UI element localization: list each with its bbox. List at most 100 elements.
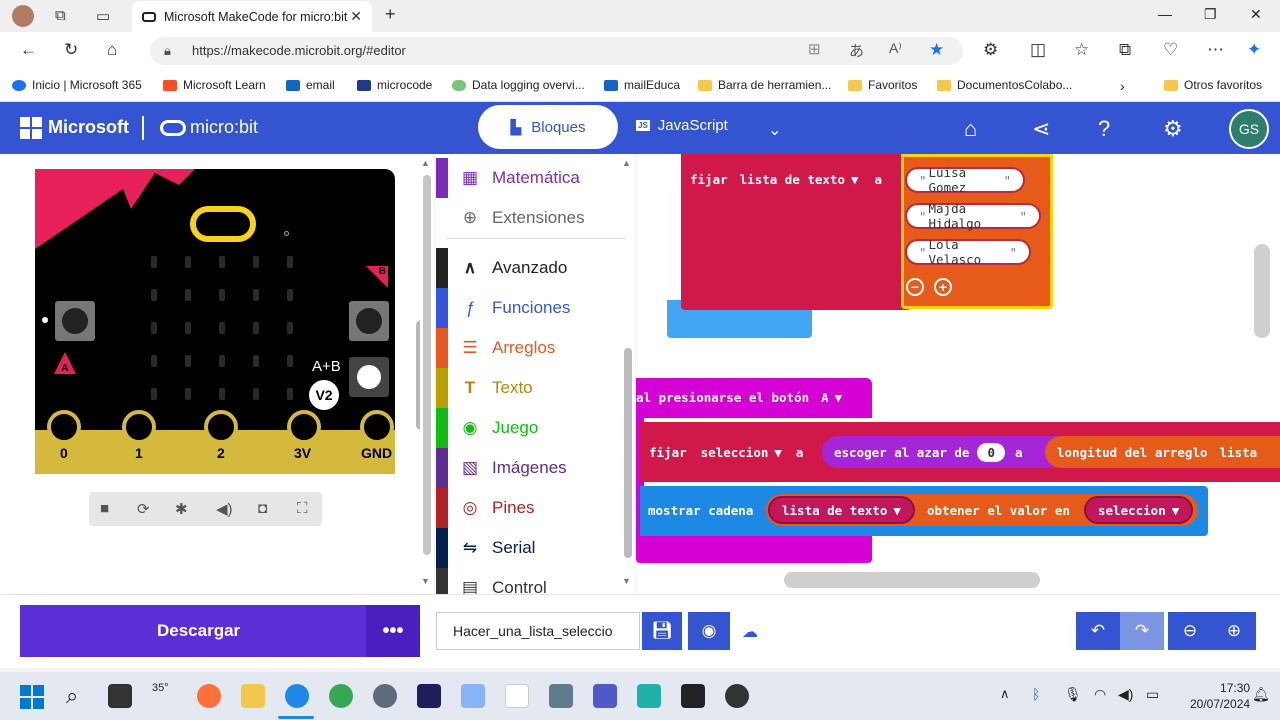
toolbox-matematica[interactable]: ▦ Matemática	[436, 158, 626, 198]
close-tab-icon[interactable]: ✕	[350, 8, 362, 25]
pin-2-pad[interactable]	[204, 410, 238, 444]
mute-icon[interactable]: ◀︎)	[216, 500, 233, 518]
edu-app-icon[interactable]	[637, 684, 661, 708]
workspace-vertical-scrollbar[interactable]	[1254, 244, 1270, 338]
stop-icon[interactable]: ■	[100, 500, 109, 517]
restore-icon[interactable]: ❐	[1204, 6, 1217, 23]
bookmark-2[interactable]: email	[286, 78, 335, 92]
translate-icon[interactable]: あ	[849, 40, 864, 61]
toolbox-serial[interactable]: ⇋ Serial	[436, 528, 626, 568]
toolbox-pines[interactable]: ◎ Pines	[436, 488, 626, 528]
minimize-icon[interactable]: —	[1158, 6, 1172, 22]
dropdown-arrow-icon[interactable]: ▼	[774, 445, 782, 460]
dropdown-arrow-icon[interactable]: ▼	[1172, 503, 1180, 518]
app-icon[interactable]	[461, 684, 485, 708]
microsoft-logo-icon[interactable]	[20, 117, 42, 139]
restart-icon[interactable]: ⟳	[137, 500, 150, 518]
pin-0-pad[interactable]	[47, 410, 81, 444]
tab-actions-icon[interactable]: ▭	[96, 7, 110, 25]
dropdown-arrow-icon[interactable]: ▼	[835, 390, 843, 405]
file-explorer-icon[interactable]	[241, 684, 265, 708]
notifications-icon[interactable]: 🔔︎	[1252, 686, 1270, 703]
bookmark-8[interactable]: DocumentosColabo...	[937, 78, 1072, 92]
edge-icon[interactable]	[285, 684, 309, 708]
app-icon[interactable]	[725, 684, 749, 708]
bluetooth-icon[interactable]: ᛒ	[1032, 686, 1040, 702]
text-item-0[interactable]: " Luisa Gomez "	[905, 165, 1025, 195]
bookmark-9[interactable]: Otros favoritos	[1164, 78, 1262, 92]
favorites-icon[interactable]: ☆	[1074, 40, 1089, 60]
wifi-icon[interactable]: ◠	[1094, 686, 1106, 703]
list-variable-pill[interactable]: lista de texto ▼	[768, 496, 915, 524]
pin-1-pad[interactable]	[122, 410, 156, 444]
start-icon[interactable]	[20, 685, 44, 709]
chevron-down-icon[interactable]: ⌄	[768, 120, 781, 140]
project-name-input[interactable]: Hacer_una_lista_seleccio	[436, 612, 640, 650]
chrome-icon[interactable]	[329, 684, 353, 708]
share-icon[interactable]: ⋖	[1032, 116, 1050, 142]
new-tab-icon[interactable]: +	[385, 4, 396, 25]
toolbox-funciones[interactable]: ƒ Funciones	[436, 288, 626, 328]
volume-icon[interactable]: ◀︎)	[1118, 686, 1133, 703]
toolbox-avanzado[interactable]: ∧ Avanzado	[436, 248, 626, 288]
workspaces-icon[interactable]: ⧉	[55, 7, 66, 24]
github-button[interactable]: ◉	[688, 612, 730, 650]
toolbox-texto[interactable]: T Texto	[436, 368, 626, 408]
zoom-out-button[interactable]: ⊖	[1168, 612, 1212, 650]
button-b[interactable]	[349, 301, 389, 341]
toolbox-scroll-up-icon[interactable]: ▲	[622, 158, 631, 168]
back-icon[interactable]: ←	[20, 40, 37, 60]
audition-icon[interactable]	[417, 684, 441, 708]
firefox-icon[interactable]	[197, 684, 221, 708]
close-window-icon[interactable]: ✕	[1250, 6, 1262, 23]
weather-widget[interactable]: 35°	[152, 682, 169, 694]
touch-logo[interactable]	[190, 206, 256, 242]
user-avatar[interactable]: GS	[1229, 109, 1269, 149]
fullscreen-icon[interactable]: ⛶	[297, 500, 308, 517]
teams-icon[interactable]	[593, 684, 617, 708]
debug-icon[interactable]: ✱	[175, 500, 188, 518]
bookmark-3[interactable]: microcode	[357, 78, 432, 92]
remove-item-icon[interactable]: −	[906, 278, 924, 296]
more-bookmarks-icon[interactable]: ›	[1120, 78, 1125, 94]
battery-icon[interactable]: ▭	[1146, 686, 1159, 703]
toolbox-arreglos[interactable]: ☰ Arreglos	[436, 328, 626, 368]
toolbox-juego[interactable]: ◉ Juego	[436, 408, 626, 448]
button-selector[interactable]: A	[821, 390, 829, 405]
app-available-icon[interactable]: ⊞	[808, 40, 821, 58]
toolbox-imagenes[interactable]: ▧ Imágenes	[436, 448, 626, 488]
dropdown-arrow-icon[interactable]: ▼	[851, 172, 859, 187]
sim-scroll-up-icon[interactable]: ▲	[421, 158, 430, 168]
tab-blocks[interactable]: ▙ Bloques	[478, 105, 618, 149]
save-button[interactable]: 💾︎	[642, 612, 682, 650]
bookmark-6[interactable]: Barra de herramien...	[698, 78, 831, 92]
tab-javascript[interactable]: JS JavaScript	[636, 117, 728, 134]
toolbox-scrollbar[interactable]	[624, 348, 632, 558]
home-icon[interactable]: ⌂	[964, 116, 977, 142]
app-icon[interactable]	[549, 684, 573, 708]
array-length-block[interactable]: longitud del arreglo lista	[1045, 436, 1280, 468]
copilot-icon[interactable]: ✦	[1247, 40, 1261, 60]
extensions-icon[interactable]: ⚙	[983, 40, 998, 60]
download-button[interactable]: Descargar •••	[20, 605, 420, 657]
read-aloud-icon[interactable]: A⁾	[889, 40, 902, 57]
add-item-icon[interactable]: +	[934, 278, 952, 296]
help-icon[interactable]: ?	[1098, 116, 1110, 142]
text-item-2[interactable]: " Lola Velasco "	[905, 237, 1031, 267]
zoom-in-button[interactable]: ⊕	[1212, 612, 1256, 650]
button-a[interactable]	[55, 301, 95, 341]
workspace-horizontal-scrollbar[interactable]	[784, 572, 1040, 588]
profile-avatar[interactable]	[12, 5, 34, 27]
home-icon[interactable]: ⌂	[107, 40, 117, 60]
task-view-icon[interactable]	[108, 684, 132, 708]
screenshot-icon[interactable]: ◘	[258, 500, 267, 517]
random-min-field[interactable]: 0	[977, 442, 1005, 462]
search-icon[interactable]: ⌕	[66, 683, 78, 709]
sim-scrollbar[interactable]	[423, 175, 431, 555]
notepad-icon[interactable]	[505, 684, 529, 708]
toolbox-extensiones[interactable]: ⊕ Extensiones	[436, 198, 626, 238]
bookmark-5[interactable]: mailEduca	[604, 78, 680, 92]
terminal-icon[interactable]	[681, 684, 705, 708]
settings-icon[interactable]	[373, 684, 397, 708]
bookmark-1[interactable]: Microsoft Learn	[163, 78, 266, 92]
